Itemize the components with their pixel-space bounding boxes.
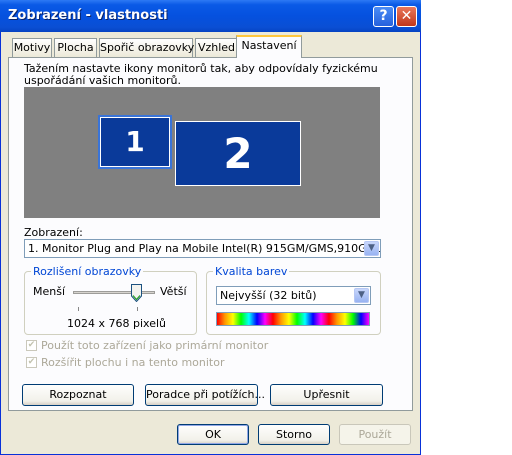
tab-settings[interactable]: Nastavení — [236, 35, 302, 58]
slider-tick — [137, 307, 138, 311]
color-quality-value: Nejvyšší (32 bitů) — [220, 289, 317, 302]
display-select[interactable]: 1. Monitor Plug and Play na Mobile Intel… — [24, 239, 381, 258]
help-icon: ? — [379, 8, 388, 24]
advanced-button[interactable]: Upřesnit — [270, 384, 383, 406]
resolution-less-label: Menší — [33, 285, 66, 298]
help-button[interactable]: ? — [373, 6, 394, 27]
troubleshoot-button[interactable]: Poradce při potížích... — [145, 384, 265, 406]
display-select-value: 1. Monitor Plug and Play na Mobile Intel… — [28, 242, 381, 255]
title-bar[interactable]: Zobrazení - vlastnosti ? ✕ — [0, 0, 421, 32]
close-icon: ✕ — [400, 8, 413, 24]
tab-themes[interactable]: Motivy — [12, 38, 52, 57]
tab-desktop[interactable]: Plocha — [54, 38, 97, 57]
extend-desktop-label: Rozšířit plochu i na tento monitor — [41, 356, 225, 369]
resolution-slider-track[interactable] — [73, 291, 155, 294]
slider-tick — [78, 307, 79, 311]
color-quality-group-title: Kvalita barev — [213, 265, 290, 278]
identify-button[interactable]: Rozpoznat — [22, 384, 134, 406]
resolution-value: 1024 x 768 pixelů — [67, 317, 166, 330]
monitor-1-icon[interactable]: 1 — [98, 115, 172, 169]
color-quality-select[interactable]: Nejvyšší (32 bitů) — [216, 286, 371, 305]
check-icon: ✔ — [27, 340, 36, 350]
resolution-more-label: Větší — [160, 285, 187, 298]
primary-monitor-checkbox[interactable]: ✔ — [26, 340, 37, 351]
extend-desktop-checkbox[interactable]: ✔ — [26, 357, 37, 368]
slider-thumb-icon[interactable] — [131, 284, 142, 302]
chevron-down-icon[interactable]: ▼ — [364, 241, 379, 256]
tab-appearance[interactable]: Vzhled — [195, 38, 238, 57]
apply-button[interactable]: Použít — [339, 424, 411, 445]
cancel-button[interactable]: Storno — [258, 424, 330, 445]
tab-screensaver[interactable]: Spořič obrazovky — [99, 38, 194, 57]
ok-button[interactable]: OK — [177, 424, 249, 445]
monitor-2-icon[interactable]: 2 — [175, 121, 301, 186]
window-title: Zobrazení - vlastnosti — [8, 8, 168, 23]
color-spectrum-bar — [216, 312, 370, 326]
display-label: Zobrazení: — [24, 226, 83, 239]
check-icon: ✔ — [27, 357, 36, 367]
resolution-group-title: Rozlišení obrazovky — [31, 265, 144, 278]
chevron-down-icon[interactable]: ▼ — [354, 288, 369, 303]
arrangement-description: Tažením nastavte ikony monitorů tak, aby… — [24, 62, 378, 87]
close-button[interactable]: ✕ — [396, 6, 417, 27]
primary-monitor-label: Použít toto zařízení jako primární monit… — [41, 339, 269, 352]
